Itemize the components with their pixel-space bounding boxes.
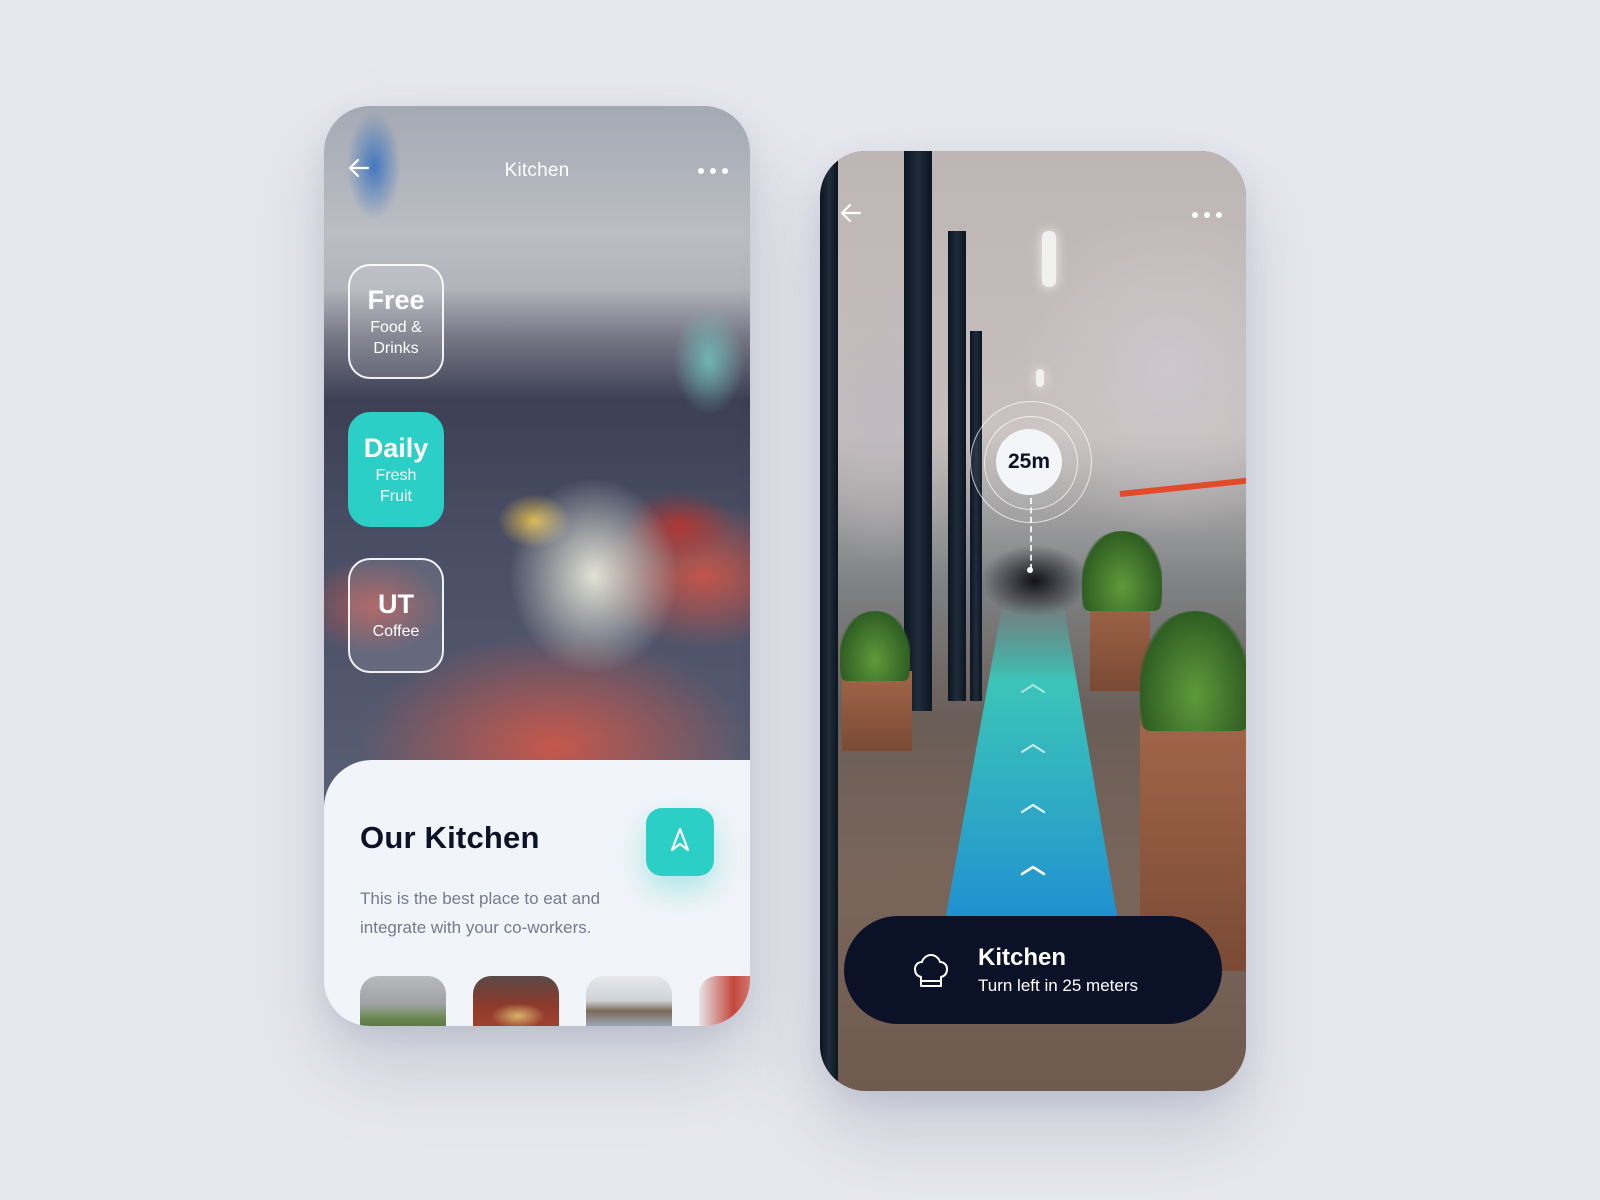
navigate-button[interactable] bbox=[646, 808, 714, 876]
chip-title: Free bbox=[367, 284, 425, 315]
photo-gallery bbox=[360, 976, 750, 1026]
gallery-thumbnail[interactable] bbox=[473, 976, 559, 1026]
chip-title: Daily bbox=[363, 432, 429, 463]
chip-ut-coffee[interactable]: UT Coffee bbox=[348, 558, 444, 673]
ar-navigation-screen: 25m Kitchen Turn left in 25 meters bbox=[820, 151, 1246, 1091]
page-title: Kitchen bbox=[504, 160, 570, 181]
kitchen-detail-screen: Kitchen Free Food & Drinks Daily Fresh F… bbox=[324, 106, 750, 1026]
gallery-thumbnail[interactable] bbox=[360, 976, 446, 1026]
more-horizontal-icon bbox=[1190, 208, 1224, 222]
info-card: Our Kitchen This is the best place to ea… bbox=[324, 760, 750, 1026]
chip-daily-fresh-fruit[interactable]: Daily Fresh Fruit bbox=[348, 412, 444, 527]
back-button[interactable] bbox=[838, 199, 866, 227]
chevron-up-icon bbox=[1018, 801, 1048, 815]
card-title: Our Kitchen bbox=[360, 820, 540, 855]
navigation-instruction-banner[interactable]: Kitchen Turn left in 25 meters bbox=[844, 916, 1222, 1024]
marker-anchor-dot bbox=[1027, 567, 1033, 573]
chip-subtitle: Coffee bbox=[372, 623, 420, 640]
chip-subtitle: Drinks bbox=[373, 339, 419, 357]
chef-hat-icon bbox=[910, 950, 952, 992]
chevron-up-icon bbox=[1018, 741, 1048, 755]
chip-title: UT bbox=[378, 589, 414, 619]
destination-name: Kitchen bbox=[978, 944, 1067, 971]
chip-subtitle: Food & bbox=[370, 318, 422, 336]
gallery-thumbnail[interactable] bbox=[586, 976, 672, 1026]
more-options-button[interactable] bbox=[1190, 208, 1224, 222]
arrow-left-icon bbox=[838, 199, 866, 227]
gallery-thumbnail[interactable] bbox=[699, 976, 750, 1026]
chevron-up-icon bbox=[1018, 863, 1048, 877]
navigation-arrow-icon bbox=[669, 827, 691, 858]
chip-subtitle: Fresh bbox=[375, 466, 417, 484]
turn-instruction: Turn left in 25 meters bbox=[978, 976, 1138, 995]
distance-label: 25m bbox=[996, 429, 1062, 495]
chevron-up-icon bbox=[1018, 681, 1048, 695]
more-horizontal-icon bbox=[696, 164, 730, 178]
chip-free-food-drinks[interactable]: Free Food & Drinks bbox=[348, 264, 444, 379]
marker-anchor-line bbox=[1030, 498, 1032, 570]
card-description: This is the best place to eat and integr… bbox=[360, 889, 601, 937]
more-options-button[interactable] bbox=[696, 164, 730, 178]
chip-subtitle: Fruit bbox=[380, 487, 412, 505]
